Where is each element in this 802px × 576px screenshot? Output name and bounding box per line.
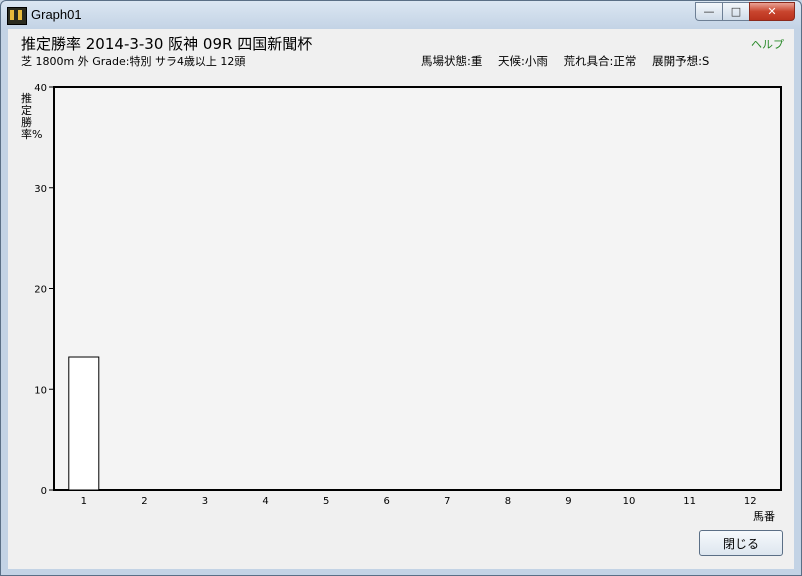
close-icon: ✕ (767, 5, 777, 18)
y-tick-label-3: 30 (34, 184, 47, 195)
y-tick-label-2: 20 (34, 285, 47, 296)
title-bar[interactable]: Graph01 — □ ✕ (1, 1, 801, 29)
y-tick-label-0: 0 (41, 486, 47, 497)
minimize-icon: — (703, 5, 715, 18)
close-window-button[interactable]: ✕ (749, 2, 795, 21)
x-tick-label-2: 2 (141, 496, 147, 507)
bar-1 (68, 356, 100, 491)
x-tick-label-6: 6 (384, 496, 390, 507)
caption-buttons: — □ ✕ (695, 2, 795, 21)
x-tick-label-10: 10 (623, 496, 636, 507)
x-tick-label-8: 8 (505, 496, 511, 507)
y-tick-label-4: 40 (34, 83, 47, 94)
app-icon (7, 7, 27, 25)
win-rate-chart: 0102030401 2 3 4 5 6 7 8 9 10 11 12 (34, 83, 782, 507)
close-button[interactable]: 閉じる (699, 530, 783, 556)
minimize-button[interactable]: — (695, 2, 722, 21)
app-window: Graph01 — □ ✕ 推定勝率 2014-3-30 阪神 09R 四国新聞… (0, 0, 802, 576)
x-tick-label-1: 1 (81, 496, 87, 507)
x-tick-label-7: 7 (444, 496, 450, 507)
x-tick-label-5: 5 (323, 496, 329, 507)
x-axis-label: 馬番 (753, 510, 775, 523)
window-title: Graph01 (31, 7, 82, 22)
maximize-button[interactable]: □ (722, 2, 749, 21)
client-area: 推定勝率 2014-3-30 阪神 09R 四国新聞杯 芝 1800m 外 Gr… (8, 29, 794, 569)
x-tick-label-11: 11 (683, 496, 696, 507)
plot-area (53, 86, 782, 491)
y-tick-label-1: 10 (34, 385, 47, 396)
x-tick-label-12: 12 (744, 496, 757, 507)
x-tick-label-9: 9 (565, 496, 571, 507)
maximize-icon: □ (730, 5, 742, 18)
x-tick-label-4: 4 (262, 496, 268, 507)
x-tick-label-3: 3 (202, 496, 208, 507)
